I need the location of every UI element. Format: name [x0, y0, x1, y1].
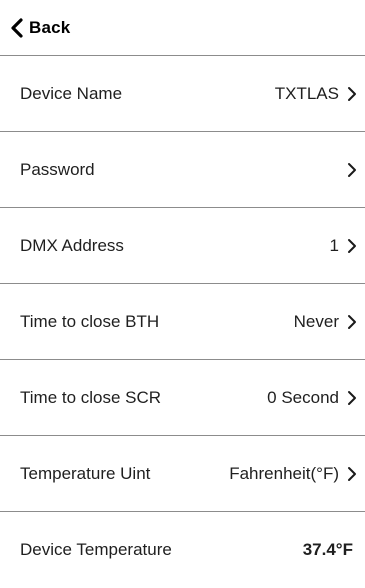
close-scr-row[interactable]: Time to close SCR 0 Second — [0, 360, 365, 436]
password-label: Password — [20, 159, 95, 179]
nav-bar: Back — [0, 0, 365, 56]
chevron-right-icon — [348, 238, 356, 253]
close-scr-label: Time to close SCR — [20, 387, 162, 407]
close-bth-row[interactable]: Time to close BTH Never — [0, 284, 365, 360]
chevron-right-icon — [348, 314, 356, 329]
close-bth-label: Time to close BTH — [20, 311, 160, 331]
settings-list: Device Name TXTLAS Password DMX Address … — [0, 56, 365, 588]
device-temperature-row: Device Temperature 37.4°F — [0, 512, 365, 588]
device-name-row[interactable]: Device Name TXTLAS — [0, 56, 365, 132]
device-temperature-value: 37.4°F — [302, 540, 353, 559]
chevron-right-icon — [348, 86, 356, 101]
temperature-unit-value: Fahrenheit(°F) — [229, 463, 339, 483]
chevron-left-icon — [11, 17, 23, 38]
back-button[interactable]: Back — [10, 18, 70, 38]
back-label: Back — [29, 17, 71, 37]
dmx-address-row[interactable]: DMX Address 1 — [0, 208, 365, 284]
dmx-address-label: DMX Address — [20, 235, 124, 255]
dmx-address-value: 1 — [329, 235, 339, 255]
chevron-right-icon — [348, 390, 356, 405]
password-row[interactable]: Password — [0, 132, 365, 208]
device-name-label: Device Name — [20, 83, 123, 103]
close-bth-value: Never — [293, 311, 339, 331]
device-name-value: TXTLAS — [274, 83, 339, 103]
temperature-unit-row[interactable]: Temperature Uint Fahrenheit(°F) — [0, 436, 365, 512]
chevron-right-icon — [348, 466, 356, 481]
temperature-unit-label: Temperature Uint — [20, 463, 151, 483]
close-scr-value: 0 Second — [267, 387, 339, 407]
chevron-right-icon — [348, 162, 356, 177]
device-temperature-label: Device Temperature — [20, 540, 172, 559]
